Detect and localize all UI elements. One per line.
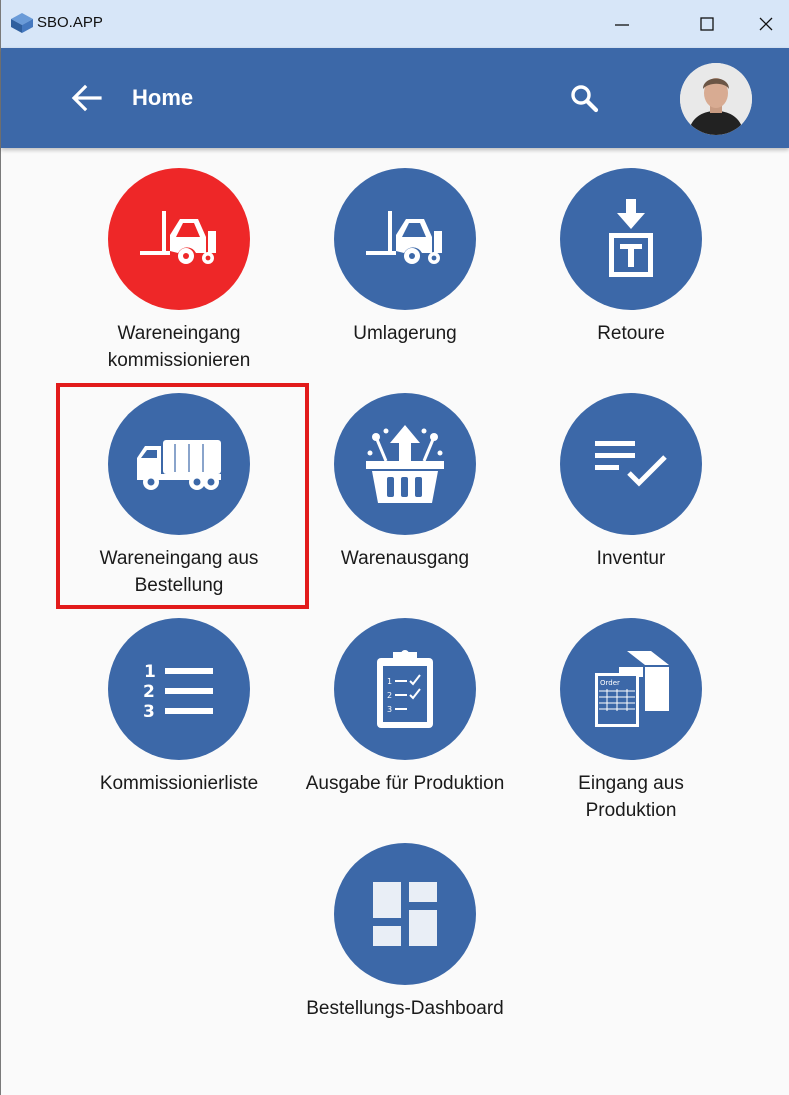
- tile-label: Wareneingang kommissionieren: [107, 323, 251, 371]
- search-button[interactable]: [561, 76, 607, 120]
- basket-upload-icon: [366, 425, 444, 503]
- tile-ausgabe-fuer-produktion[interactable]: 1 2 3 Ausgabe für Produktion: [305, 618, 505, 797]
- avatar[interactable]: [680, 63, 752, 135]
- svg-text:3: 3: [143, 702, 155, 719]
- app-logo-icon: [11, 13, 33, 33]
- tile-label: Inventur: [596, 548, 666, 569]
- minimize-button[interactable]: [599, 0, 645, 48]
- window-titlebar: SBO.APP: [1, 0, 789, 48]
- svg-text:Order: Order: [600, 679, 620, 687]
- tile-label: Warenausgang: [340, 548, 470, 569]
- numbered-list-icon: 123: [143, 662, 213, 719]
- tile-kommissionierliste[interactable]: 123 Kommissionierliste: [79, 618, 279, 797]
- selection-highlight: [56, 383, 309, 609]
- back-button[interactable]: [63, 76, 109, 120]
- minimize-icon: [615, 24, 629, 26]
- svg-text:2: 2: [387, 691, 392, 700]
- order-box-icon: Order: [595, 651, 669, 727]
- close-button[interactable]: [743, 0, 789, 48]
- tile-retoure[interactable]: Retoure: [531, 168, 731, 347]
- tile-label: Retoure: [597, 323, 665, 344]
- close-icon: [759, 17, 773, 31]
- maximize-icon: [700, 17, 714, 31]
- tile-circle: Order: [560, 618, 702, 760]
- tile-warenausgang[interactable]: Warenausgang: [305, 393, 505, 572]
- tile-circle: [334, 843, 476, 985]
- dashboard-icon: [373, 882, 437, 946]
- svg-text:1: 1: [387, 677, 392, 686]
- window-title: SBO.APP: [37, 14, 103, 31]
- tile-wareneingang-kommissionieren[interactable]: Wareneingang kommissionieren: [79, 168, 279, 374]
- tile-circle: 1 2 3: [334, 618, 476, 760]
- app-bar: Home: [1, 48, 789, 148]
- maximize-button[interactable]: [684, 0, 730, 48]
- forklift-icon: [140, 211, 216, 264]
- tile-label: Eingang aus Produktion: [578, 773, 684, 821]
- forklift-icon: [366, 211, 442, 264]
- svg-text:2: 2: [143, 682, 155, 702]
- tile-umlagerung[interactable]: Umlagerung: [305, 168, 505, 347]
- arrow-left-icon: [71, 84, 102, 112]
- tile-circle: [560, 168, 702, 310]
- user-avatar-icon: [680, 63, 752, 135]
- checklist-icon: [595, 441, 667, 487]
- return-box-icon: [609, 199, 653, 277]
- tile-label: Ausgabe für Produktion: [305, 773, 505, 794]
- tile-label: Umlagerung: [353, 323, 457, 344]
- tile-bestellungs-dashboard[interactable]: Bestellungs-Dashboard: [305, 843, 505, 1022]
- svg-text:3: 3: [387, 705, 392, 714]
- page-title: Home: [132, 85, 194, 110]
- tile-eingang-aus-produktion[interactable]: Order Eingang aus Produktion: [531, 618, 731, 824]
- svg-text:1: 1: [144, 662, 156, 682]
- tile-circle: 123: [108, 618, 250, 760]
- tile-label: Kommissionierliste: [99, 773, 259, 794]
- tile-circle: [334, 393, 476, 535]
- tile-label: Bestellungs-Dashboard: [306, 998, 504, 1019]
- tile-circle: [334, 168, 476, 310]
- clipboard-icon: 1 2 3: [377, 650, 433, 728]
- tile-circle: [560, 393, 702, 535]
- tile-circle: [108, 168, 250, 310]
- search-icon: [571, 85, 599, 113]
- tile-inventur[interactable]: Inventur: [531, 393, 731, 572]
